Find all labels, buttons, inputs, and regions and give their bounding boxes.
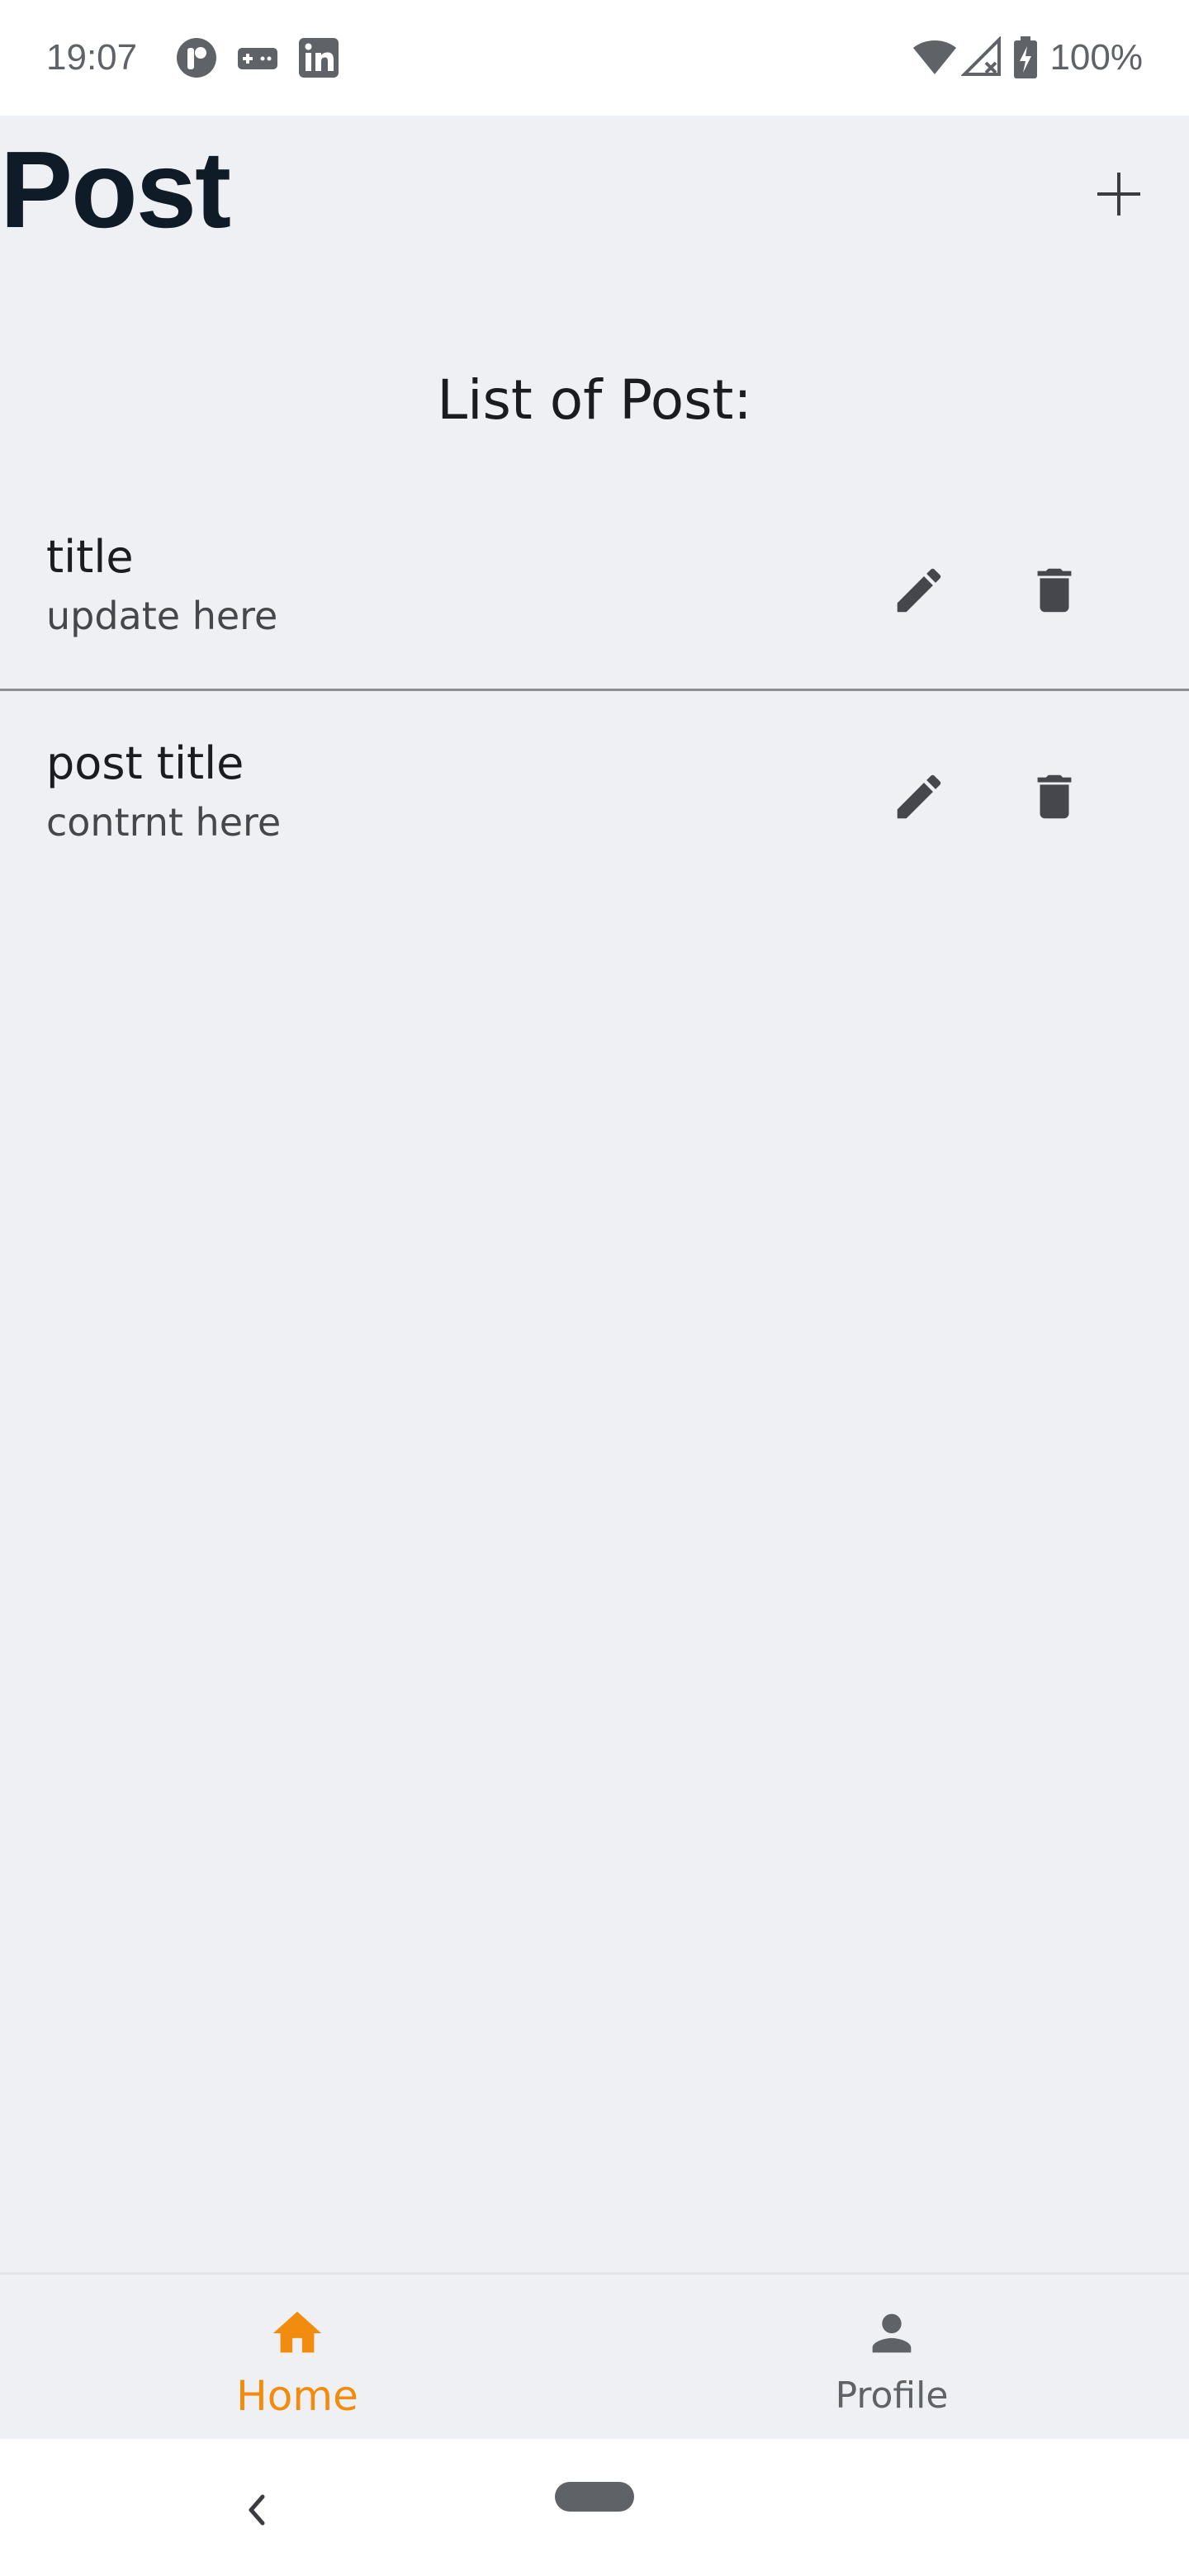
gamepad-icon	[236, 36, 279, 79]
system-navigation-bar	[0, 2439, 1189, 2576]
post-title: title	[46, 531, 134, 583]
bottom-navigation: Home Profile	[0, 2272, 1189, 2439]
status-time: 19:07	[46, 37, 138, 78]
page-title: Post	[0, 129, 231, 250]
divider	[0, 689, 1189, 691]
edit-button[interactable]	[874, 545, 964, 636]
post-title: post title	[46, 737, 244, 789]
list-heading: List of Post:	[437, 368, 752, 432]
delete-button[interactable]	[1009, 545, 1100, 636]
pencil-icon	[897, 568, 941, 613]
wifi-icon	[912, 36, 958, 79]
list-item[interactable]: post title contrnt here	[0, 735, 1189, 916]
status-bar: 19:07 100%	[0, 0, 1189, 116]
system-home-pill[interactable]	[555, 2482, 634, 2512]
chevron-left-icon	[249, 2494, 265, 2526]
nav-label-profile: Profile	[835, 2375, 949, 2417]
system-back-button[interactable]	[231, 2484, 284, 2536]
trash-icon	[1037, 774, 1072, 819]
nav-label-home: Home	[236, 2372, 358, 2420]
nav-item-home[interactable]: Home	[0, 2275, 594, 2440]
edit-button[interactable]	[874, 751, 964, 842]
signal-icon	[960, 36, 1004, 79]
plus-icon	[1097, 173, 1140, 215]
post-content: contrnt here	[46, 800, 282, 845]
nav-item-profile[interactable]: Profile	[594, 2275, 1189, 2440]
person-icon	[872, 2313, 912, 2353]
add-post-button[interactable]	[1073, 149, 1164, 239]
app-r-icon	[175, 36, 218, 79]
linkedin-icon	[297, 36, 340, 79]
trash-icon	[1037, 568, 1072, 613]
battery-charging-icon	[1012, 36, 1039, 79]
battery-percentage: 100%	[1049, 37, 1143, 78]
home-icon	[272, 2311, 322, 2353]
post-content: update here	[46, 594, 278, 638]
delete-button[interactable]	[1009, 751, 1100, 842]
pencil-icon	[897, 774, 941, 819]
list-item[interactable]: title update here	[0, 528, 1189, 710]
